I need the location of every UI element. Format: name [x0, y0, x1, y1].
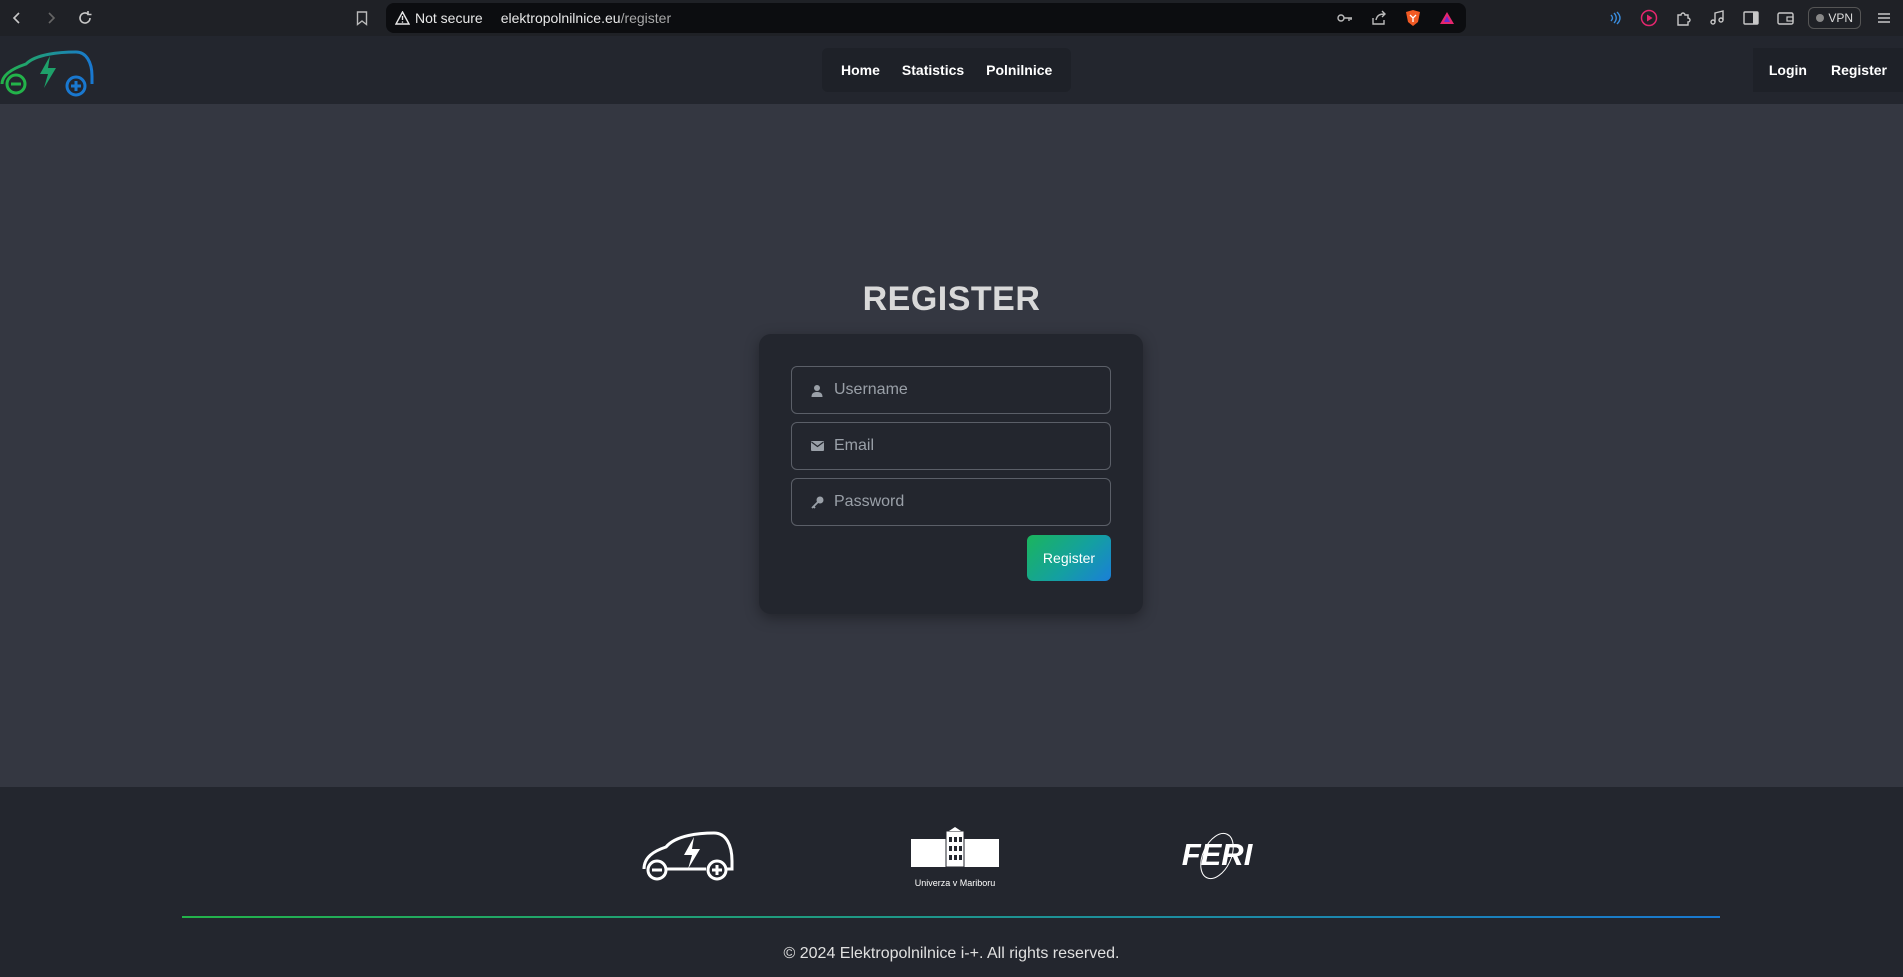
footer-um-logo: Univerza v Mariboru	[909, 827, 1001, 888]
footer-feri-logo: FERI	[1172, 831, 1262, 886]
footer-divider	[182, 916, 1720, 918]
vpn-label: VPN	[1828, 11, 1853, 25]
browser-toolbar: Not secure elektropolnilnice.eu/register	[0, 0, 1903, 36]
url-host: elektropolnilnice.eu	[500, 10, 621, 26]
share-icon[interactable]	[1370, 9, 1388, 27]
sidebar-icon[interactable]	[1740, 7, 1762, 29]
bookmark-icon[interactable]	[352, 8, 372, 28]
password-field[interactable]	[791, 478, 1111, 526]
extensions-icon[interactable]	[1672, 7, 1694, 29]
media-play-icon[interactable]	[1638, 7, 1660, 29]
key-icon	[810, 495, 824, 509]
nav-polnilnice[interactable]: Polnilnice	[975, 62, 1063, 78]
security-label: Not secure	[415, 10, 483, 26]
url-text[interactable]: elektropolnilnice.eu/register	[501, 10, 671, 26]
wallet-icon[interactable]	[1774, 7, 1796, 29]
email-input[interactable]	[834, 437, 1094, 455]
main-navigation: Home Statistics Polnilnice	[822, 48, 1072, 92]
nav-statistics[interactable]: Statistics	[891, 62, 975, 78]
reload-icon[interactable]	[68, 0, 102, 36]
url-path: /register	[620, 10, 672, 26]
nav-home[interactable]: Home	[830, 62, 891, 78]
auth-navigation: Login Register	[1752, 48, 1903, 92]
menu-icon[interactable]	[1873, 7, 1895, 29]
copyright-text: © 2024 Elektropolnilnice i-+. All rights…	[783, 945, 1120, 962]
email-field[interactable]	[791, 422, 1111, 470]
university-building-icon	[911, 827, 999, 868]
address-bar[interactable]: Not secure elektropolnilnice.eu/register	[386, 3, 1466, 33]
site-footer: Univerza v Mariboru FERI © 2024 Elektrop…	[0, 787, 1903, 977]
password-input[interactable]	[834, 493, 1094, 511]
username-field[interactable]	[791, 366, 1111, 414]
nav-register[interactable]: Register	[1819, 62, 1899, 78]
nav-login[interactable]: Login	[1757, 62, 1819, 78]
speedreader-icon[interactable]	[1604, 7, 1626, 29]
um-logo-text: Univerza v Mariboru	[914, 878, 996, 888]
brave-shields-icon[interactable]	[1404, 9, 1422, 27]
site-logo[interactable]	[0, 46, 96, 98]
envelope-icon	[810, 439, 824, 453]
site-header: Home Statistics Polnilnice Login Registe…	[0, 36, 1903, 104]
music-icon[interactable]	[1706, 7, 1728, 29]
back-icon[interactable]	[0, 0, 34, 36]
warning-icon	[395, 11, 410, 25]
user-icon	[810, 383, 824, 397]
vpn-button[interactable]: VPN	[1808, 7, 1861, 29]
vpn-status-icon	[1816, 14, 1825, 22]
brave-rewards-icon[interactable]	[1438, 9, 1456, 27]
username-input[interactable]	[834, 381, 1094, 399]
register-button[interactable]: Register	[1027, 535, 1111, 581]
key-icon[interactable]	[1336, 9, 1354, 27]
forward-icon[interactable]	[34, 0, 68, 36]
footer-ev-logo	[640, 827, 736, 888]
register-form: Register	[759, 334, 1143, 614]
page-title: REGISTER	[862, 280, 1041, 318]
feri-logo-text: FERI	[1181, 837, 1253, 872]
security-indicator[interactable]: Not secure	[395, 10, 483, 26]
